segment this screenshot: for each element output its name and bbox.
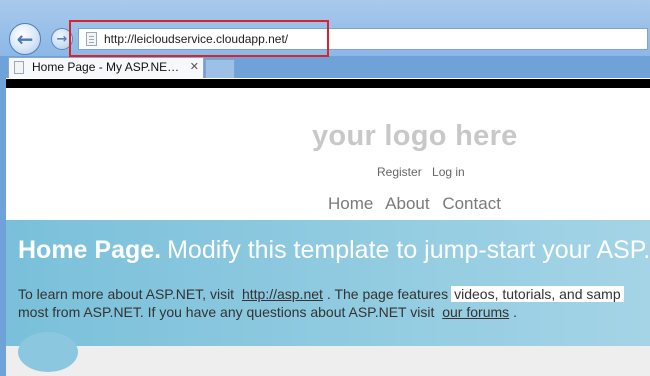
new-tab-button[interactable] <box>205 59 235 78</box>
nav-home[interactable]: Home <box>328 194 373 213</box>
asp-net-link[interactable]: http://asp.net <box>242 286 323 302</box>
featured-section: Home Page. Modify this template to jump-s… <box>6 220 650 346</box>
decorative-circle <box>18 332 78 372</box>
featured-title-rest: Modify this template to jump-start your … <box>167 236 650 264</box>
nav-about[interactable]: About <box>385 194 429 213</box>
web-page: your logo here Register Log in Home Abou… <box>6 88 650 376</box>
back-arrow-icon[interactable]: ← <box>9 23 41 55</box>
featured-text-line: To learn more about ASP.NET, visit http:… <box>18 286 624 302</box>
main-nav: Home About Contact <box>328 194 509 214</box>
featured-highlight: videos, tutorials, and samp <box>451 286 624 302</box>
featured-title: Home Page. Modify this template to jump-s… <box>18 236 650 265</box>
tab-title[interactable]: Home Page - My ASP.NE… <box>32 60 179 74</box>
nav-contact[interactable]: Contact <box>442 194 501 213</box>
login-links: Register Log in <box>377 165 472 179</box>
page-icon <box>14 61 24 74</box>
featured-text: . <box>513 304 518 320</box>
featured-text: . The page features <box>326 286 449 302</box>
address-highlight-box <box>69 20 329 57</box>
site-logo[interactable]: your logo here <box>312 120 518 153</box>
browser-chrome: ← → http://leicloudservice.cloudapp.net/… <box>0 0 650 78</box>
browser-tab[interactable]: Home Page - My ASP.NE… ✕ <box>8 57 204 78</box>
featured-text: To learn more about ASP.NET, visit <box>18 286 235 302</box>
featured-text: most from ASP.NET. If you have any quest… <box>18 304 435 320</box>
login-link[interactable]: Log in <box>432 165 465 179</box>
featured-title-bold: Home Page. <box>18 236 162 264</box>
featured-text-line: most from ASP.NET. If you have any quest… <box>18 304 517 320</box>
close-icon[interactable]: ✕ <box>190 60 199 73</box>
register-link[interactable]: Register <box>377 165 422 179</box>
body-content <box>6 346 650 376</box>
forums-link[interactable]: our forums <box>442 304 509 320</box>
header-band <box>6 79 650 88</box>
